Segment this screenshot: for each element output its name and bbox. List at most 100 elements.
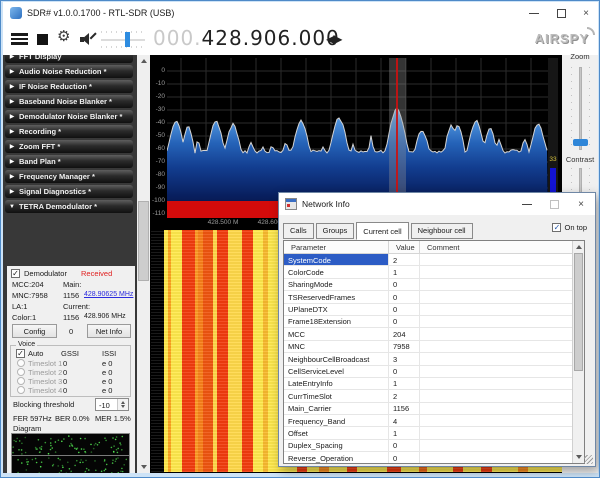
close-icon: × <box>583 8 589 19</box>
table-row[interactable]: MCC204 <box>284 328 572 340</box>
on-top-checkbox[interactable]: ✓ <box>552 223 561 232</box>
table-row[interactable]: Reverse_Operation0 <box>284 452 572 463</box>
sidebar-panel-tetra-demodulator[interactable]: ▼TETRA Demodulator * <box>5 200 133 213</box>
cell-comment <box>420 378 572 389</box>
issi-header: ISSI <box>102 349 116 358</box>
timeslot-radio[interactable] <box>17 359 25 367</box>
table-scrollbar[interactable] <box>572 241 584 463</box>
config-button[interactable]: Config <box>12 324 57 338</box>
current-label: Current: <box>63 302 90 311</box>
volume-slider-thumb[interactable] <box>125 32 130 47</box>
mcc-label: MCC:204 <box>12 280 44 289</box>
minimize-button[interactable] <box>522 2 546 24</box>
tab-calls[interactable]: Calls <box>283 223 314 239</box>
blocking-threshold-stepper[interactable]: -10 <box>95 398 129 411</box>
voice-label: Voice <box>16 341 37 348</box>
scroll-down-icon[interactable] <box>137 461 150 473</box>
sidebar-panel-demodulator-noise-blanker[interactable]: ▶Demodulator Noise Blanker * <box>5 110 133 123</box>
sidebar-panel-band-plan[interactable]: ▶Band Plan * <box>5 155 133 168</box>
zoom-slider-thumb[interactable] <box>573 139 588 146</box>
maximize-button[interactable] <box>549 2 573 24</box>
table-row[interactable]: NeighbourCellBroadcast3 <box>284 353 572 365</box>
demodulator-checkbox[interactable]: ✓ <box>11 269 20 278</box>
popup-maximize-icon <box>550 200 559 209</box>
chevron-right-icon: ▶ <box>5 188 19 195</box>
sidebar-panel-baseband-noise-blanker[interactable]: ▶Baseband Noise Blanker * <box>5 95 133 108</box>
table-row[interactable]: Offset1 <box>284 427 572 439</box>
table-row[interactable]: LateEntryInfo1 <box>284 378 572 390</box>
close-button[interactable]: × <box>574 2 598 24</box>
frequency-display[interactable]: 000.428.906.000 <box>153 26 340 50</box>
cell-value: 0 <box>389 440 420 451</box>
sidebar-scrollbar[interactable] <box>137 55 150 473</box>
timeslot-label: Timeslot 1 <box>28 359 62 368</box>
mute-speaker-icon[interactable] <box>80 33 96 46</box>
table-row[interactable]: Frame18Extension0 <box>284 316 572 328</box>
table-row[interactable]: Frequency_Band4 <box>284 415 572 427</box>
table-row[interactable]: MNC7958 <box>284 341 572 353</box>
settings-gear-icon[interactable]: ⚙ <box>57 27 70 45</box>
resize-grip[interactable] <box>584 455 593 464</box>
db-tick-label: -80 <box>139 171 165 178</box>
volume-slider[interactable] <box>101 39 145 41</box>
current-frequency: 428.906 MHz <box>84 313 126 320</box>
tab-neighbour-cell[interactable]: Neighbour cell <box>411 223 473 239</box>
table-row[interactable]: CellServiceLevel0 <box>284 366 572 378</box>
table-row[interactable]: SystemCode2 <box>284 254 572 266</box>
auto-label: Auto <box>28 349 43 358</box>
panel-label: Zoom FFT * <box>19 142 60 151</box>
panel-label: Frequency Manager * <box>19 172 95 181</box>
popup-close-button[interactable]: × <box>569 193 593 215</box>
cell-value: 2 <box>389 390 420 401</box>
table-row[interactable]: CurrTimeSlot2 <box>284 390 572 402</box>
timeslot-radio[interactable] <box>17 386 25 394</box>
cell-parameter: Duplex_Spacing <box>284 440 389 451</box>
network-info-window: Network Info × CallsGroupsCurrent cellNe… <box>278 192 596 467</box>
net-info-button[interactable]: Net Info <box>87 324 131 338</box>
popup-minimize-button[interactable] <box>515 193 539 215</box>
menu-icon[interactable] <box>11 33 28 45</box>
col-parameter[interactable]: Parameter <box>284 241 389 253</box>
table-row[interactable]: UPlaneDTX0 <box>284 304 572 316</box>
tab-current-cell[interactable]: Current cell <box>356 222 408 240</box>
stop-button[interactable] <box>37 34 48 45</box>
zoom-slider[interactable] <box>579 67 582 150</box>
sidebar-panel-recording[interactable]: ▶Recording * <box>5 125 133 138</box>
auto-checkbox[interactable]: ✓ <box>16 349 25 358</box>
sidebar-panel-zoom-fft[interactable]: ▶Zoom FFT * <box>5 140 133 153</box>
scroll-up-icon[interactable] <box>137 55 150 67</box>
table-scroll-up-icon[interactable] <box>573 241 585 253</box>
stepper-arrows[interactable] <box>117 399 128 410</box>
diagram-label: Diagram <box>13 424 41 433</box>
cell-value: 1 <box>389 266 420 277</box>
cell-parameter: CurrTimeSlot <box>284 390 389 401</box>
table-row[interactable]: SharingMode0 <box>284 279 572 291</box>
table-row[interactable]: TSReservedFrames0 <box>284 291 572 303</box>
main-carrier: 1156 <box>63 291 79 300</box>
sidebar-panel-frequency-manager[interactable]: ▶Frequency Manager * <box>5 170 133 183</box>
col-value[interactable]: Value <box>389 241 420 253</box>
table-scrollbar-thumb[interactable] <box>574 253 583 371</box>
table-row[interactable]: ColorCode1 <box>284 266 572 278</box>
table-row[interactable]: Duplex_Spacing0 <box>284 440 572 452</box>
cell-comment <box>420 353 572 364</box>
cell-comment <box>420 291 572 302</box>
timeslot-radio[interactable] <box>17 368 25 376</box>
timeslot-gssi-value: 0 <box>63 359 67 368</box>
col-comment[interactable]: Comment <box>420 241 572 253</box>
on-top-control[interactable]: ✓ On top <box>552 223 587 232</box>
sidebar-panel-signal-diagnostics[interactable]: ▶Signal Diagnostics * <box>5 185 133 198</box>
cell-parameter: NeighbourCellBroadcast <box>284 353 389 364</box>
sidebar-panel-audio-noise-reduction[interactable]: ▶Audio Noise Reduction * <box>5 65 133 78</box>
timeslot-label: Timeslot 3 <box>28 377 62 386</box>
db-tick-label: -20 <box>139 93 165 100</box>
sidebar-panel-fft-display[interactable]: ▶FFT Display <box>5 55 133 63</box>
contrast-slider-label: Contrast <box>562 155 598 164</box>
tune-step-arrows[interactable]: ◀▶ <box>326 32 340 46</box>
tab-groups[interactable]: Groups <box>316 223 355 239</box>
sidebar-panel-if-noise-reduction[interactable]: ▶IF Noise Reduction * <box>5 80 133 93</box>
timeslot-radio[interactable] <box>17 377 25 385</box>
db-tick-label: -110 <box>139 210 165 217</box>
main-frequency-link[interactable]: 428.90625 MHz <box>84 291 133 298</box>
table-row[interactable]: Main_Carrier1156 <box>284 403 572 415</box>
